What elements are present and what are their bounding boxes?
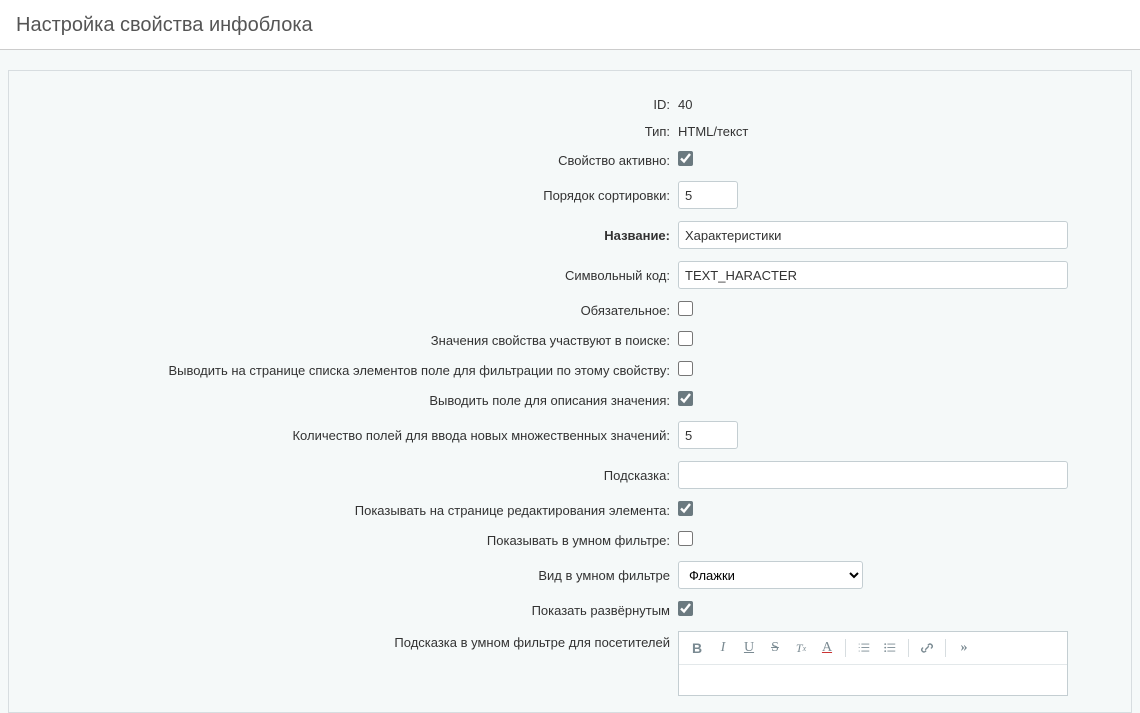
with-desc-label: Выводить поле для описания значения: — [39, 385, 674, 415]
page-title: Настройка свойства инфоблока — [0, 0, 1140, 50]
row-searchable: Значения свойства участвуют в поиске: — [39, 325, 1101, 355]
row-code: Символьный код: — [39, 255, 1101, 295]
form-table: ID: 40 Тип: HTML/текст Свойство активно:… — [39, 91, 1101, 702]
row-hint: Подсказка: — [39, 455, 1101, 495]
code-label: Символьный код: — [39, 255, 674, 295]
unordered-list-icon[interactable] — [878, 636, 902, 660]
link-icon[interactable] — [915, 636, 939, 660]
type-value: HTML/текст — [674, 118, 1101, 145]
row-sort: Порядок сортировки: — [39, 175, 1101, 215]
row-smart-filter-hint: Подсказка в умном фильтре для посетителе… — [39, 625, 1101, 702]
code-input[interactable] — [678, 261, 1068, 289]
show-on-edit-checkbox[interactable] — [678, 501, 693, 516]
searchable-label: Значения свойства участвуют в поиске: — [39, 325, 674, 355]
strike-icon[interactable]: S — [763, 636, 787, 660]
hint-input[interactable] — [678, 461, 1068, 489]
row-filter: Выводить на странице списка элементов по… — [39, 355, 1101, 385]
separator-icon — [845, 639, 846, 657]
more-icon[interactable]: » — [952, 636, 976, 660]
multi-count-input[interactable] — [678, 421, 738, 449]
filter-checkbox[interactable] — [678, 361, 693, 376]
row-smart-filter-view: Вид в умном фильтре Флажки — [39, 555, 1101, 595]
active-label: Свойство активно: — [39, 145, 674, 175]
separator-icon — [908, 639, 909, 657]
hint-label: Подсказка: — [39, 455, 674, 495]
with-desc-checkbox[interactable] — [678, 391, 693, 406]
name-input[interactable] — [678, 221, 1068, 249]
row-with-desc: Выводить поле для описания значения: — [39, 385, 1101, 415]
required-label: Обязательное: — [39, 295, 674, 325]
ordered-list-icon[interactable] — [852, 636, 876, 660]
row-expanded: Показать развёрнутым — [39, 595, 1101, 625]
expanded-label: Показать развёрнутым — [39, 595, 674, 625]
smart-filter-show-label: Показывать в умном фильтре: — [39, 525, 674, 555]
row-active: Свойство активно: — [39, 145, 1101, 175]
smart-filter-view-select[interactable]: Флажки — [678, 561, 863, 589]
row-name: Название: — [39, 215, 1101, 255]
smart-filter-show-checkbox[interactable] — [678, 531, 693, 546]
type-label: Тип: — [39, 118, 674, 145]
underline-icon[interactable]: U — [737, 636, 761, 660]
id-label: ID: — [39, 91, 674, 118]
italic-icon[interactable]: I — [711, 636, 735, 660]
filter-label: Выводить на странице списка элементов по… — [39, 355, 674, 385]
clear-format-icon[interactable]: Tx — [789, 636, 813, 660]
smart-filter-hint-label: Подсказка в умном фильтре для посетителе… — [39, 625, 674, 702]
multi-count-label: Количество полей для ввода новых множест… — [39, 415, 674, 455]
name-label: Название: — [39, 215, 674, 255]
sort-label: Порядок сортировки: — [39, 175, 674, 215]
row-id: ID: 40 — [39, 91, 1101, 118]
row-multi-count: Количество полей для ввода новых множест… — [39, 415, 1101, 455]
smart-filter-view-label: Вид в умном фильтре — [39, 555, 674, 595]
row-type: Тип: HTML/текст — [39, 118, 1101, 145]
rich-editor: B I U S Tx A — [678, 631, 1068, 696]
editor-toolbar: B I U S Tx A — [679, 632, 1067, 665]
row-required: Обязательное: — [39, 295, 1101, 325]
show-on-edit-label: Показывать на странице редактирования эл… — [39, 495, 674, 525]
row-show-on-edit: Показывать на странице редактирования эл… — [39, 495, 1101, 525]
id-value: 40 — [674, 91, 1101, 118]
searchable-checkbox[interactable] — [678, 331, 693, 346]
bold-icon[interactable]: B — [685, 636, 709, 660]
separator-icon — [945, 639, 946, 657]
required-checkbox[interactable] — [678, 301, 693, 316]
text-color-icon[interactable]: A — [815, 636, 839, 660]
active-checkbox[interactable] — [678, 151, 693, 166]
form-panel: ID: 40 Тип: HTML/текст Свойство активно:… — [8, 70, 1132, 713]
sort-input[interactable] — [678, 181, 738, 209]
expanded-checkbox[interactable] — [678, 601, 693, 616]
row-smart-filter-show: Показывать в умном фильтре: — [39, 525, 1101, 555]
content-wrap: ID: 40 Тип: HTML/текст Свойство активно:… — [0, 50, 1140, 713]
editor-body[interactable] — [679, 665, 1067, 695]
